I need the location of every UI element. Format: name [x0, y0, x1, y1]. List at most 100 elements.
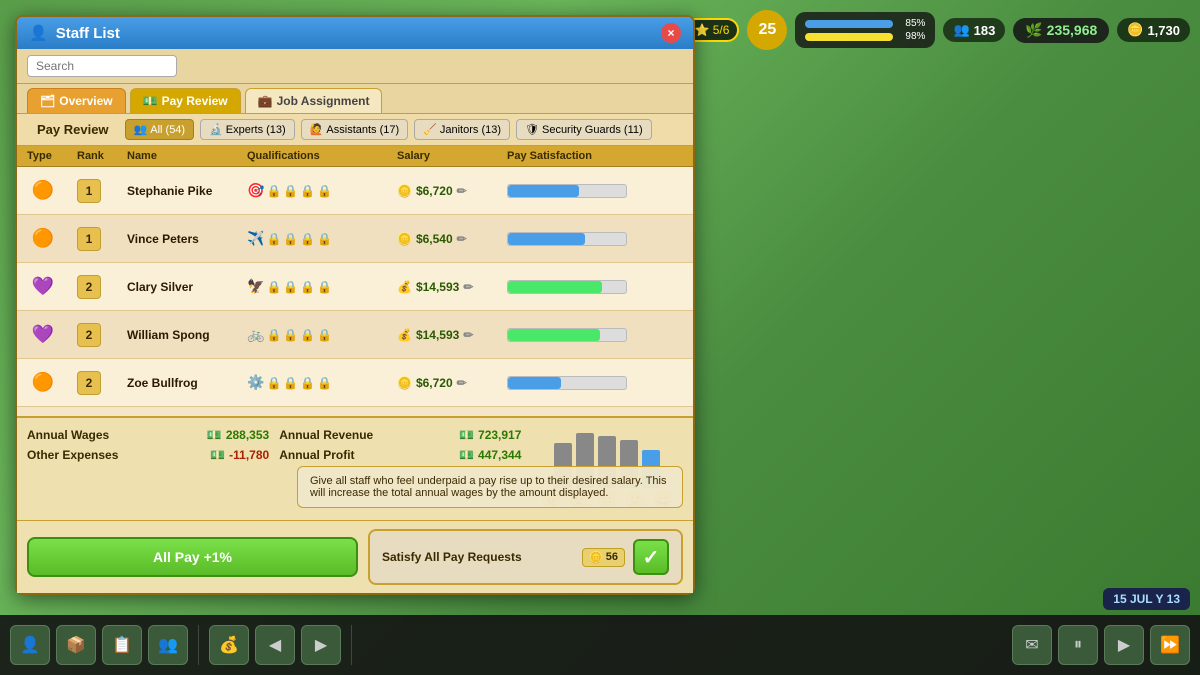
lock-icon: 🔒	[317, 184, 332, 198]
toolbar-btn-ff[interactable]: ⏩	[1150, 625, 1190, 665]
filter-security[interactable]: 🛡 Security Guards (11)	[516, 119, 652, 140]
panel-title: 👤 Staff List	[29, 24, 120, 42]
toolbar-btn-next[interactable]: ▶	[301, 625, 341, 665]
staff-icon: 👤	[29, 24, 48, 42]
lock-icon: 🔒	[300, 232, 315, 246]
edit-icon[interactable]: ✏	[457, 376, 467, 390]
hud-coins: 🪙 1,730	[1117, 18, 1190, 42]
edit-icon[interactable]: ✏	[457, 232, 467, 246]
toolbar-btn-pause[interactable]: ⏸	[1058, 625, 1098, 665]
coin-icon: 🪙	[397, 184, 412, 198]
other-expenses-value: 💵 -11,780	[210, 448, 269, 462]
edit-icon[interactable]: ✏	[457, 184, 467, 198]
staff-type-icon: 💜	[27, 271, 59, 303]
qualifications: 🚲 🔒 🔒 🔒 🔒	[247, 326, 397, 343]
satisfy-check-icon: ✓	[633, 539, 669, 575]
toolbar-btn-prev[interactable]: ◀	[255, 625, 295, 665]
lock-icon: 🔒	[283, 280, 298, 294]
lock-icon: 🔒	[266, 280, 281, 294]
pay-icon: 💵	[143, 94, 158, 108]
staff-name: Zoe Bullfrog	[127, 376, 247, 390]
coin-icon: 🪙	[397, 376, 412, 390]
annual-wages-value: 💵 288,353	[207, 428, 269, 442]
lock-icon: 🔒	[317, 328, 332, 342]
table-header: Type Rank Name Qualifications Salary Pay…	[17, 146, 693, 167]
table-row: 🟠 2 Zoe Bullfrog ⚙️ 🔒 🔒 🔒 🔒 🪙 $6,720 ✏	[17, 359, 693, 407]
qualifications: ⚙️ 🔒 🔒 🔒 🔒	[247, 374, 397, 391]
lock-icon: 🔒	[283, 232, 298, 246]
toolbar-btn-play[interactable]: ▶	[1104, 625, 1144, 665]
satisfaction-bar-container	[507, 184, 683, 198]
satisfaction-bar-container	[507, 280, 683, 294]
staff-type-icon: 🟠	[27, 175, 59, 207]
search-input[interactable]	[27, 55, 177, 77]
tab-job-assignment[interactable]: 💼 Job Assignment	[245, 88, 383, 113]
table-row: 💜 2 William Spong 🚲 🔒 🔒 🔒 🔒 💰 $14,593 ✏	[17, 311, 693, 359]
satisfaction-bar-container	[507, 376, 683, 390]
toolbar-btn-staff[interactable]: 👤	[10, 625, 50, 665]
table-row: 💜 2 Clary Silver 🦅 🔒 🔒 🔒 🔒 💰 $14,593 ✏	[17, 263, 693, 311]
toolbar-btn-team[interactable]: 👥	[148, 625, 188, 665]
salary-cell: 💰 $14,593 ✏	[397, 280, 507, 294]
job-icon: 💼	[258, 94, 273, 108]
assistant-icon: 🙋	[310, 123, 324, 136]
rank-badge: 2	[77, 323, 101, 347]
salary-cell: 🪙 $6,540 ✏	[397, 232, 507, 246]
satisfy-all-button[interactable]: Satisfy All Pay Requests 🪙 56 ✓	[368, 529, 683, 585]
tabs-row: 🗂 Overview 💵 Pay Review 💼 Job Assignment	[17, 84, 693, 114]
salary-amount: $14,593	[416, 328, 459, 342]
lock-icon: 🔒	[300, 376, 315, 390]
hud-money: 🌿 235,968	[1013, 18, 1109, 43]
coin-icon: 💰	[397, 280, 412, 294]
coin-icon: 💰	[397, 328, 412, 342]
hud-faces: 👥 183	[943, 18, 1005, 42]
salary-amount: $14,593	[416, 280, 459, 294]
edit-icon[interactable]: ✏	[463, 280, 473, 294]
lock-icon: 🔒	[317, 376, 332, 390]
staff-type-icon: 🟠	[27, 367, 59, 399]
annual-revenue-row: Annual Revenue 💵 723,917	[279, 428, 521, 442]
edit-icon[interactable]: ✏	[463, 328, 473, 342]
filter-janitors[interactable]: 🧹 Janitors (13)	[414, 119, 510, 140]
salary-amount: $6,540	[416, 232, 453, 246]
summary-left: Annual Wages 💵 288,353 Other Expenses 💵 …	[27, 428, 269, 510]
expert-icon: 🔬	[209, 123, 223, 136]
staff-type-icon: 🟠	[27, 223, 59, 255]
money-icon: 💵	[459, 428, 474, 442]
tab-pay-review[interactable]: 💵 Pay Review	[130, 88, 241, 113]
pay-review-label: Pay Review	[27, 118, 119, 141]
filter-assistants[interactable]: 🙋 Assistants (17)	[301, 119, 408, 140]
rank-badge: 2	[77, 275, 101, 299]
salary-amount: $6,720	[416, 376, 453, 390]
annual-revenue-value: 💵 723,917	[459, 428, 521, 442]
lock-icon: 🔒	[266, 184, 281, 198]
tab-overview[interactable]: 🗂 Overview	[27, 88, 126, 113]
panel-titlebar: 👤 Staff List ×	[17, 17, 693, 49]
level-badge: 25	[747, 10, 787, 50]
lock-icon: 🔒	[283, 184, 298, 198]
lock-icon: 🔒	[300, 184, 315, 198]
toolbar-btn-money[interactable]: 💰	[209, 625, 249, 665]
lock-icon: 🔒	[266, 232, 281, 246]
coin-icon: 🪙	[397, 232, 412, 246]
filter-all[interactable]: 👥 All (54)	[125, 119, 195, 140]
staff-table-body: 🟠 1 Stephanie Pike 🎯 🔒 🔒 🔒 🔒 🪙 $6,720 ✏	[17, 167, 693, 416]
cost-badge: 🪙 56	[582, 548, 625, 567]
annual-profit-row: Annual Profit 💵 447,344	[279, 448, 521, 462]
satisfy-label: Satisfy All Pay Requests	[382, 550, 574, 564]
toolbar-btn-objects[interactable]: 📦	[56, 625, 96, 665]
close-button[interactable]: ×	[661, 23, 681, 43]
annual-wages-row: Annual Wages 💵 288,353	[27, 428, 269, 442]
qualifications: 🎯 🔒 🔒 🔒 🔒	[247, 182, 397, 199]
toolbar-btn-mail[interactable]: ✉	[1012, 625, 1052, 665]
table-row: 🟠 1 Stephanie Pike 🎯 🔒 🔒 🔒 🔒 🪙 $6,720 ✏	[17, 167, 693, 215]
staff-name: Stephanie Pike	[127, 184, 247, 198]
lock-icon: 🔒	[283, 376, 298, 390]
toolbar-btn-tasks[interactable]: 📋	[102, 625, 142, 665]
janitor-icon: 🧹	[423, 123, 437, 136]
salary-cell: 🪙 $6,720 ✏	[397, 376, 507, 390]
all-pay-button[interactable]: All Pay +1%	[27, 537, 358, 577]
filter-experts[interactable]: 🔬 Experts (13)	[200, 119, 295, 140]
rank-badge: 1	[77, 179, 101, 203]
staff-name: Clary Silver	[127, 280, 247, 294]
